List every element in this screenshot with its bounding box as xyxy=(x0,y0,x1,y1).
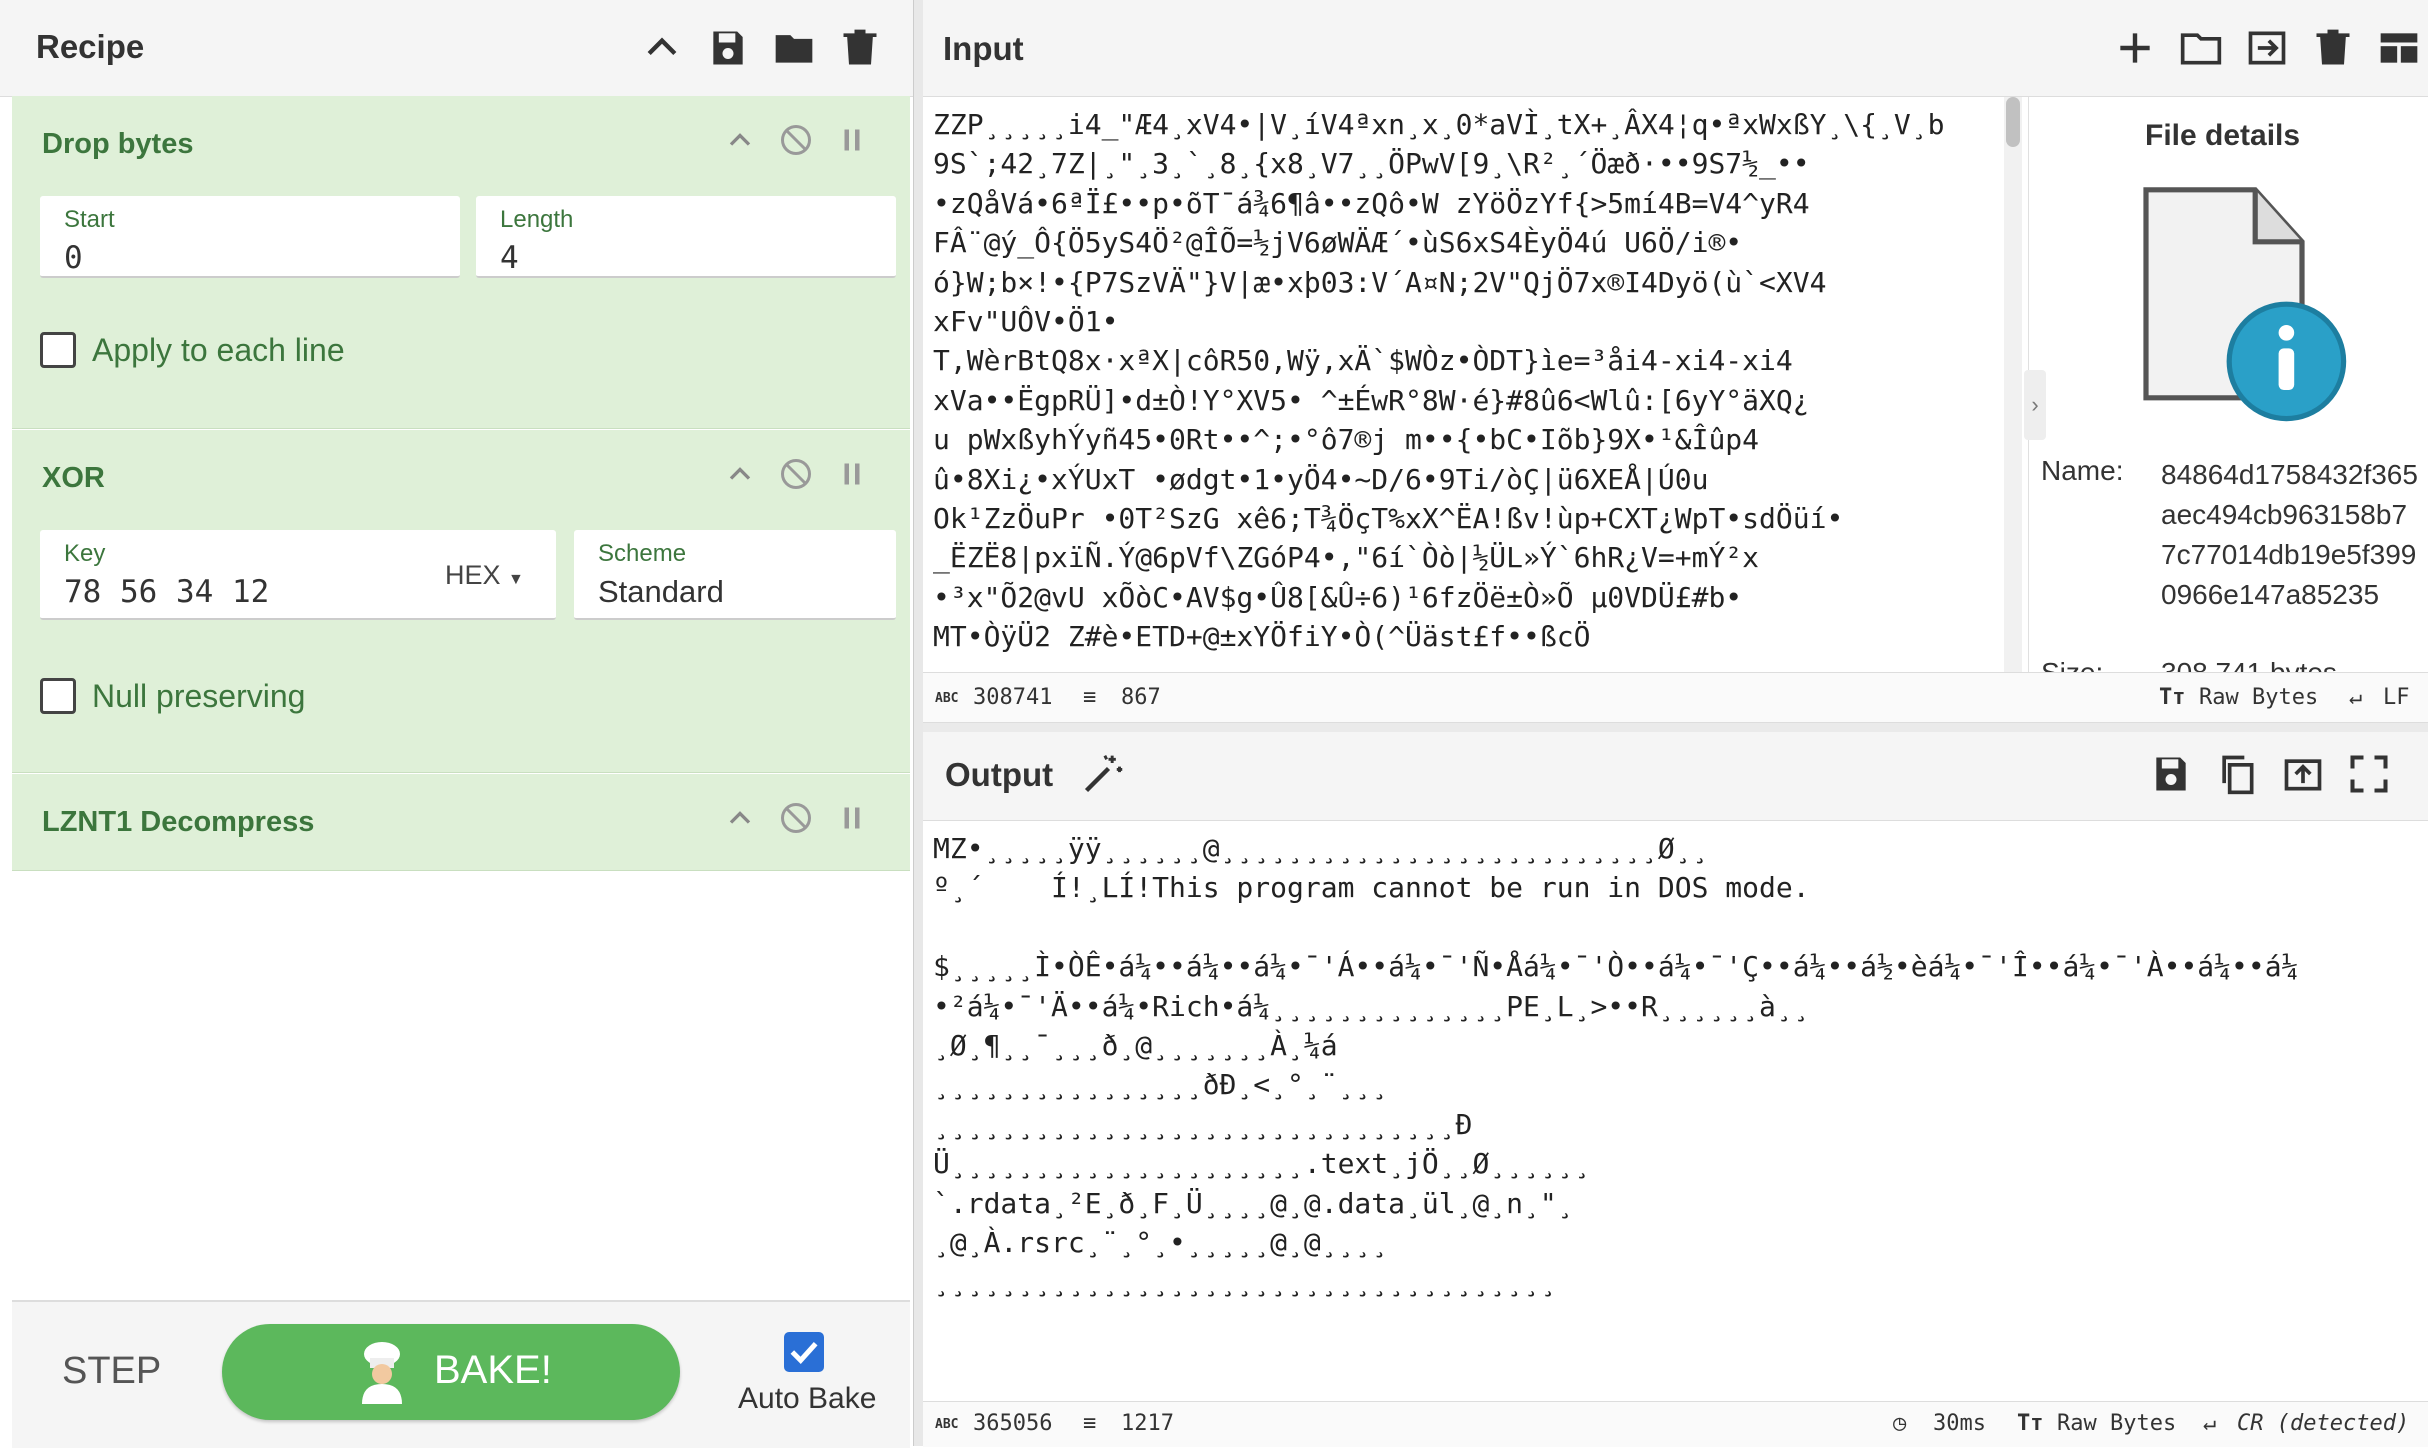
operation-title: Drop bytes xyxy=(42,128,194,160)
clear-recipe-icon[interactable] xyxy=(838,26,882,70)
input-header: Input xyxy=(923,0,2428,97)
field-value[interactable]: 4 xyxy=(500,240,519,276)
open-file-icon[interactable] xyxy=(2245,26,2289,70)
encoding-icon: Tᴛ xyxy=(2159,685,2186,710)
lines-icon: ≡ xyxy=(1083,685,1097,710)
field-value[interactable]: 78 56 34 12 xyxy=(64,574,269,610)
input-content: ZZP¸¸¸¸¸i4_"Æ4¸xV4•|V¸íV4ªxn¸x¸0*aVÌ¸tX+… xyxy=(933,108,1945,654)
checkbox-label: Apply to each line xyxy=(92,332,345,368)
breakpoint-icon[interactable] xyxy=(834,122,870,158)
minimise-icon[interactable] xyxy=(722,800,758,836)
file-size-value: 308,741 bytes xyxy=(2161,657,2337,672)
output-textarea[interactable]: MZ•¸¸¸¸¸ÿÿ¸¸¸¸¸¸@¸¸¸¸¸¸¸¸¸¸¸¸¸¸¸¸¸¸¸¸¸¸¸… xyxy=(923,821,2413,1401)
input-title: Input xyxy=(943,30,1024,67)
input-scrollbar[interactable] xyxy=(2004,97,2022,672)
load-recipe-icon[interactable] xyxy=(772,26,816,70)
output-status-bar: ABC 365056 ≡ 1217 ◷ 30ms Tᴛ Raw Bytes ↵ … xyxy=(923,1401,2428,1447)
reset-layout-icon[interactable] xyxy=(2377,26,2421,70)
file-info-icon xyxy=(2143,187,2347,422)
output-encoding[interactable]: Raw Bytes xyxy=(2057,1411,2176,1436)
minimise-icon[interactable] xyxy=(722,122,758,158)
operation-xor: XOR Key 78 56 34 12 HEX ▼ Scheme Standar… xyxy=(12,430,910,773)
auto-bake-checkbox[interactable] xyxy=(784,1332,824,1372)
breakpoint-icon[interactable] xyxy=(834,800,870,836)
key-format-value: HEX xyxy=(445,560,501,590)
key-format-dropdown[interactable]: HEX ▼ xyxy=(445,560,524,591)
minimise-icon[interactable] xyxy=(722,456,758,492)
length-field[interactable]: Length 4 xyxy=(476,196,896,278)
input-lines: 867 xyxy=(1121,685,1161,710)
operation-lznt1-decompress: LZNT1 Decompress xyxy=(12,774,910,871)
save-output-icon[interactable] xyxy=(2149,752,2193,796)
recipe-title: Recipe xyxy=(36,28,145,65)
bake-button[interactable]: BAKE! xyxy=(222,1324,680,1420)
output-content: MZ•¸¸¸¸¸ÿÿ¸¸¸¸¸¸@¸¸¸¸¸¸¸¸¸¸¸¸¸¸¸¸¸¸¸¸¸¸¸… xyxy=(933,832,2299,1299)
checkmark-icon xyxy=(790,1341,818,1364)
clear-input-icon[interactable] xyxy=(2311,26,2355,70)
auto-bake-label: Auto Bake xyxy=(738,1382,877,1415)
collapse-details-chevron-icon[interactable]: › xyxy=(2024,370,2046,440)
recipe-panel: Recipe Drop bytes Start 0 Length 4 Apply… xyxy=(0,0,913,1448)
eol-icon: ↵ xyxy=(2349,685,2363,710)
collapse-all-icon[interactable] xyxy=(640,26,684,70)
field-label: Scheme xyxy=(598,540,687,567)
input-eol[interactable]: LF xyxy=(2383,685,2410,710)
field-label: Start xyxy=(64,206,115,233)
replace-input-icon[interactable] xyxy=(2281,752,2325,796)
copy-output-icon[interactable] xyxy=(2215,752,2259,796)
input-textarea[interactable]: ZZP¸¸¸¸¸i4_"Æ4¸xV4•|V¸íV4ªxn¸x¸0*aVÌ¸tX+… xyxy=(923,97,2013,672)
length-icon: ABC xyxy=(935,691,959,706)
input-scrollbar-thumb[interactable] xyxy=(2006,97,2020,147)
clock-icon: ◷ xyxy=(1893,1411,1907,1436)
file-size-label: Size: xyxy=(2041,657,2103,672)
bake-controls: STEP BAKE! Auto Bake xyxy=(12,1300,910,1448)
input-status-bar: ABC 308741 ≡ 867 Tᴛ Raw Bytes ↵ LF xyxy=(923,672,2428,723)
checkbox-label: Null preserving xyxy=(92,678,306,714)
operation-title: LZNT1 Decompress xyxy=(42,806,315,838)
operation-title: XOR xyxy=(42,462,105,494)
bake-time: 30ms xyxy=(1933,1411,1986,1436)
output-title: Output xyxy=(945,756,1054,793)
disable-icon[interactable] xyxy=(778,800,814,836)
disable-icon[interactable] xyxy=(778,456,814,492)
output-eol[interactable]: CR (detected) xyxy=(2237,1411,2409,1436)
bake-label: BAKE! xyxy=(434,1348,552,1392)
save-recipe-icon[interactable] xyxy=(706,26,750,70)
file-details-panel: File details Name: 84864d1758432f365aec4… xyxy=(2028,97,2428,672)
caret-down-icon: ▼ xyxy=(508,571,524,588)
recipe-header: Recipe xyxy=(0,0,913,97)
encoding-icon: Tᴛ xyxy=(2017,1411,2044,1436)
disable-icon[interactable] xyxy=(778,122,814,158)
field-label: Length xyxy=(500,206,574,233)
field-label: Key xyxy=(64,540,106,567)
apply-each-line-checkbox[interactable] xyxy=(40,332,76,368)
operation-drop-bytes: Drop bytes Start 0 Length 4 Apply to eac… xyxy=(12,96,910,429)
scheme-field[interactable]: Scheme Standard xyxy=(574,530,896,620)
lines-icon: ≡ xyxy=(1083,1411,1097,1436)
output-length: 365056 xyxy=(973,1411,1053,1436)
open-folder-icon[interactable] xyxy=(2179,26,2223,70)
output-header: Output xyxy=(923,732,2428,821)
magic-wand-icon[interactable] xyxy=(1081,752,1125,796)
breakpoint-icon[interactable] xyxy=(834,456,870,492)
file-name-value: 84864d1758432f365aec494cb963158b77c77014… xyxy=(2161,459,2418,610)
eol-icon: ↵ xyxy=(2203,1411,2217,1436)
start-field[interactable]: Start 0 xyxy=(40,196,460,278)
input-encoding[interactable]: Raw Bytes xyxy=(2199,685,2318,710)
input-length: 308741 xyxy=(973,685,1053,710)
length-icon: ABC xyxy=(935,1417,959,1432)
file-details-title: File details xyxy=(2145,119,2301,152)
output-lines: 1217 xyxy=(1121,1411,1174,1436)
key-field[interactable]: Key 78 56 34 12 HEX ▼ xyxy=(40,530,556,620)
null-preserving-checkbox[interactable] xyxy=(40,678,76,714)
step-button[interactable]: STEP xyxy=(62,1350,161,1393)
add-tab-icon[interactable] xyxy=(2113,26,2157,70)
field-value[interactable]: 0 xyxy=(64,240,83,276)
file-name-label: Name: xyxy=(2041,455,2124,486)
field-value[interactable]: Standard xyxy=(598,574,724,610)
chef-icon xyxy=(362,1342,402,1404)
maximise-icon[interactable] xyxy=(2347,752,2391,796)
